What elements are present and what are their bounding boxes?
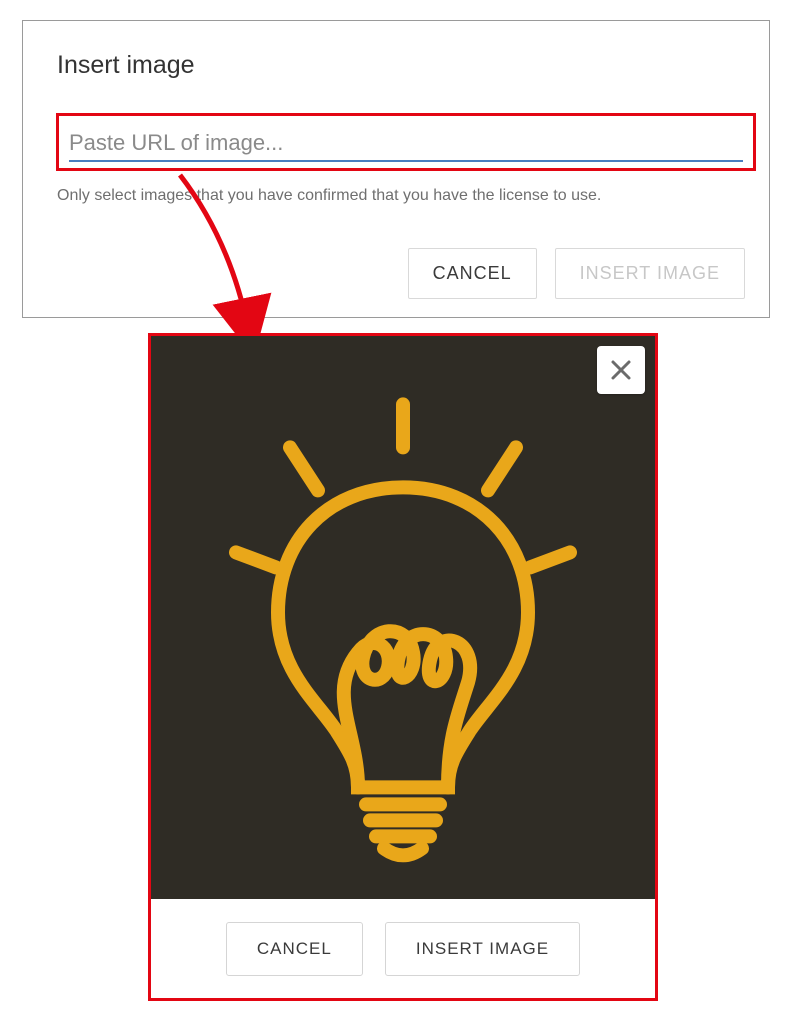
dialog1-button-row: CANCEL INSERT IMAGE <box>408 248 745 299</box>
lightbulb-icon <box>208 392 598 862</box>
close-button[interactable] <box>597 346 645 394</box>
insert-image-url-dialog: Insert image Only select images that you… <box>22 20 770 318</box>
cancel-button[interactable]: CANCEL <box>408 248 537 299</box>
insert-image-button-disabled: INSERT IMAGE <box>555 248 745 299</box>
insert-image-preview-dialog: CANCEL INSERT IMAGE <box>148 333 658 1001</box>
cancel-button[interactable]: CANCEL <box>226 922 363 976</box>
image-url-input[interactable] <box>69 130 743 162</box>
close-icon <box>609 358 633 382</box>
insert-image-button[interactable]: INSERT IMAGE <box>385 922 580 976</box>
dialog-title: Insert image <box>57 51 769 80</box>
dialog2-button-row: CANCEL INSERT IMAGE <box>151 899 655 998</box>
image-preview-area <box>151 336 655 899</box>
url-input-highlight-box <box>56 113 756 171</box>
license-helper-text: Only select images that you have confirm… <box>57 187 601 205</box>
